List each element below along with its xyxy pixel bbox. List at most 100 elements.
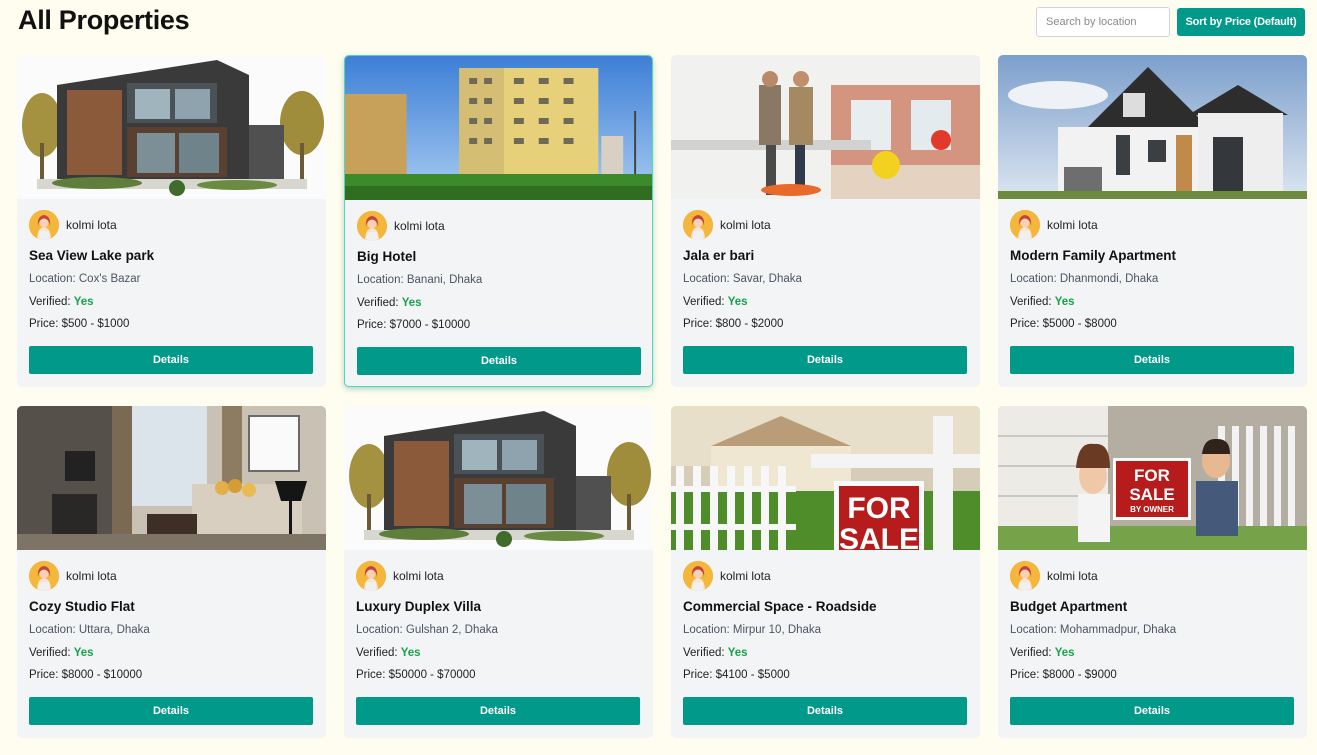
verified-label: Verified: [29,647,74,659]
page-header: All Properties Sort by Price (Default) [0,0,1317,48]
verified-value: Yes [401,297,422,309]
details-button[interactable]: Details [683,346,967,374]
property-verified: Verified: Yes [357,297,422,309]
avatar [356,561,386,591]
property-card: kolmi lota Jala er bari Location: Savar,… [671,55,980,387]
search-input[interactable] [1036,7,1170,37]
office-interior-photo[interactable] [671,55,980,199]
svg-text:SALE: SALE [839,523,919,550]
property-verified: Verified: Yes [683,296,748,308]
agent-info: kolmi lota [29,561,117,591]
agent-name: kolmi lota [393,569,444,583]
verified-label: Verified: [1010,296,1055,308]
modern-villa-photo[interactable] [17,55,326,199]
agent-name: kolmi lota [720,218,771,232]
property-card: kolmi lota Modern Family Apartment Locat… [998,55,1307,387]
agent-name: kolmi lota [1047,569,1098,583]
svg-text:SALE: SALE [1129,485,1174,504]
property-location: Location: Dhanmondi, Dhaka [1010,273,1159,285]
property-card: kolmi lota Cozy Studio Flat Location: Ut… [17,406,326,738]
agent-name: kolmi lota [1047,218,1098,232]
property-price: Price: $500 - $1000 [29,318,130,330]
avatar [1010,210,1040,240]
avatar [357,211,387,241]
agent-name: kolmi lota [66,569,117,583]
svg-text:BY OWNER: BY OWNER [1130,505,1174,514]
property-price: Price: $8000 - $10000 [29,669,143,681]
verified-label: Verified: [29,296,74,308]
sort-by-price-button[interactable]: Sort by Price (Default) [1177,8,1305,36]
property-location: Location: Gulshan 2, Dhaka [356,624,498,636]
property-title: Sea View Lake park [29,248,155,263]
avatar [1010,561,1040,591]
property-location: Location: Cox's Bazar [29,273,141,285]
verified-label: Verified: [357,297,402,309]
property-card: FOR SALE kolmi lota Commercial Space - R… [671,406,980,738]
property-price: Price: $8000 - $9000 [1010,669,1117,681]
svg-text:FOR: FOR [1134,466,1170,485]
property-verified: Verified: Yes [356,647,421,659]
agent-name: kolmi lota [66,218,117,232]
property-location: Location: Mirpur 10, Dhaka [683,624,822,636]
property-verified: Verified: Yes [1010,296,1075,308]
property-title: Big Hotel [357,249,417,264]
verified-label: Verified: [1010,647,1055,659]
details-button[interactable]: Details [1010,346,1294,374]
avatar [683,210,713,240]
property-verified: Verified: Yes [683,647,748,659]
property-title: Luxury Duplex Villa [356,599,482,614]
verified-value: Yes [400,647,421,659]
modern-villa-photo[interactable] [344,406,653,550]
property-price: Price: $7000 - $10000 [357,319,471,331]
verified-value: Yes [727,647,748,659]
agent-info: kolmi lota [356,561,444,591]
verified-label: Verified: [683,647,728,659]
verified-value: Yes [1054,296,1075,308]
details-button[interactable]: Details [683,697,967,725]
family-house-photo[interactable] [998,55,1307,199]
property-title: Commercial Space - Roadside [683,599,877,614]
agent-info: kolmi lota [29,210,117,240]
property-price: Price: $800 - $2000 [683,318,784,330]
avatar [29,210,59,240]
verified-label: Verified: [683,296,728,308]
property-verified: Verified: Yes [29,296,94,308]
avatar [29,561,59,591]
property-price: Price: $5000 - $8000 [1010,318,1117,330]
verified-value: Yes [1054,647,1075,659]
property-card: FOR SALE BY OWNER kolmi lota Budget Apar… [998,406,1307,738]
agent-name: kolmi lota [720,569,771,583]
property-location: Location: Banani, Dhaka [357,274,483,286]
property-title: Budget Apartment [1010,599,1128,614]
agent-info: kolmi lota [683,210,771,240]
property-verified: Verified: Yes [1010,647,1075,659]
properties-grid: kolmi lota Sea View Lake park Location: … [17,55,1307,738]
details-button[interactable]: Details [357,347,641,375]
details-button[interactable]: Details [29,346,313,374]
verified-value: Yes [73,296,94,308]
for-sale-sign-photo[interactable]: FOR SALE [671,406,980,550]
property-verified: Verified: Yes [29,647,94,659]
property-title: Cozy Studio Flat [29,599,135,614]
agent-info: kolmi lota [1010,561,1098,591]
agent-info: kolmi lota [357,211,445,241]
property-card: kolmi lota Luxury Duplex Villa Location:… [344,406,653,738]
for-sale-by-owner-photo[interactable]: FOR SALE BY OWNER [998,406,1307,550]
agent-info: kolmi lota [683,561,771,591]
property-location: Location: Savar, Dhaka [683,273,802,285]
avatar [683,561,713,591]
page-title: All Properties [18,5,190,35]
agent-info: kolmi lota [1010,210,1098,240]
details-button[interactable]: Details [1010,697,1294,725]
property-location: Location: Mohammadpur, Dhaka [1010,624,1177,636]
verified-value: Yes [727,296,748,308]
apartment-tower-photo[interactable] [345,56,652,200]
agent-name: kolmi lota [394,219,445,233]
details-button[interactable]: Details [356,697,640,725]
property-title: Modern Family Apartment [1010,248,1177,263]
property-card: kolmi lota Big Hotel Location: Banani, D… [344,55,653,387]
svg-text:FOR: FOR [847,492,911,525]
details-button[interactable]: Details [29,697,313,725]
property-card: kolmi lota Sea View Lake park Location: … [17,55,326,387]
studio-flat-photo[interactable] [17,406,326,550]
